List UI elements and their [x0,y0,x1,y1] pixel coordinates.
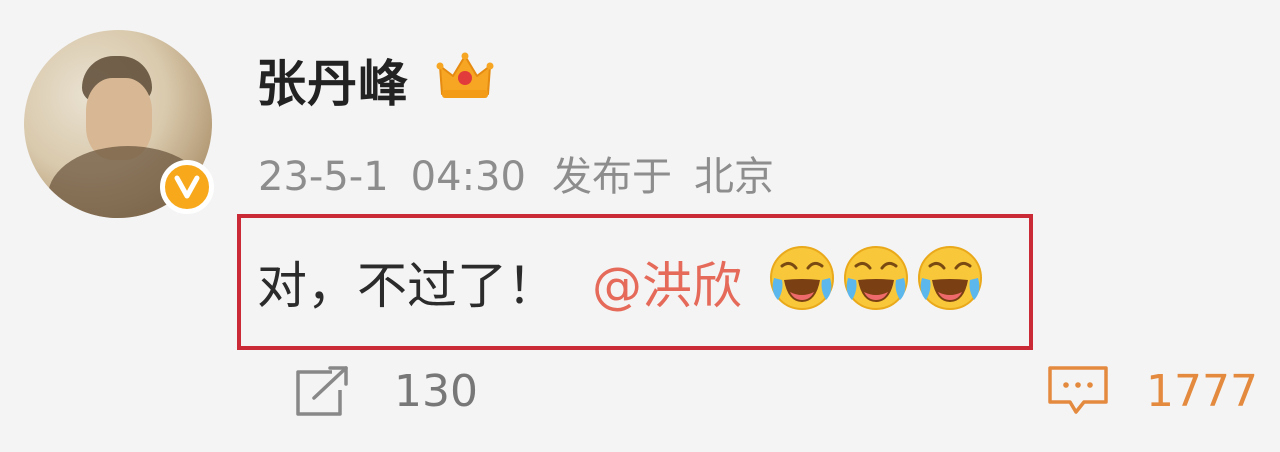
published-label: 发布于 [551,154,672,200]
weibo-post: 张丹峰 23-5-1 04:30 发布于 北京 对，不过了！ @洪欣 130 1… [0,0,1280,452]
post-date: 23-5-1 [258,154,389,200]
comment-count[interactable]: 1777 [1146,366,1258,417]
post-text: 对，不过了！ [257,257,557,315]
verified-badge-icon [160,160,214,214]
laugh-cry-emoji-icon [844,246,908,310]
repost-count[interactable]: 130 [394,366,478,417]
post-location: 北京 [693,154,774,200]
post-meta: 23-5-1 04:30 发布于 北京 [258,144,796,202]
vip-crown-icon [436,52,494,98]
laugh-cry-emoji-icon [918,246,982,310]
comment-icon[interactable] [1046,364,1110,416]
laugh-cry-emoji-icon [770,246,834,310]
username[interactable]: 张丹峰 [256,44,409,116]
repost-icon[interactable] [292,364,352,420]
post-time: 04:30 [410,154,526,200]
mention-link[interactable]: @洪欣 [592,246,742,318]
